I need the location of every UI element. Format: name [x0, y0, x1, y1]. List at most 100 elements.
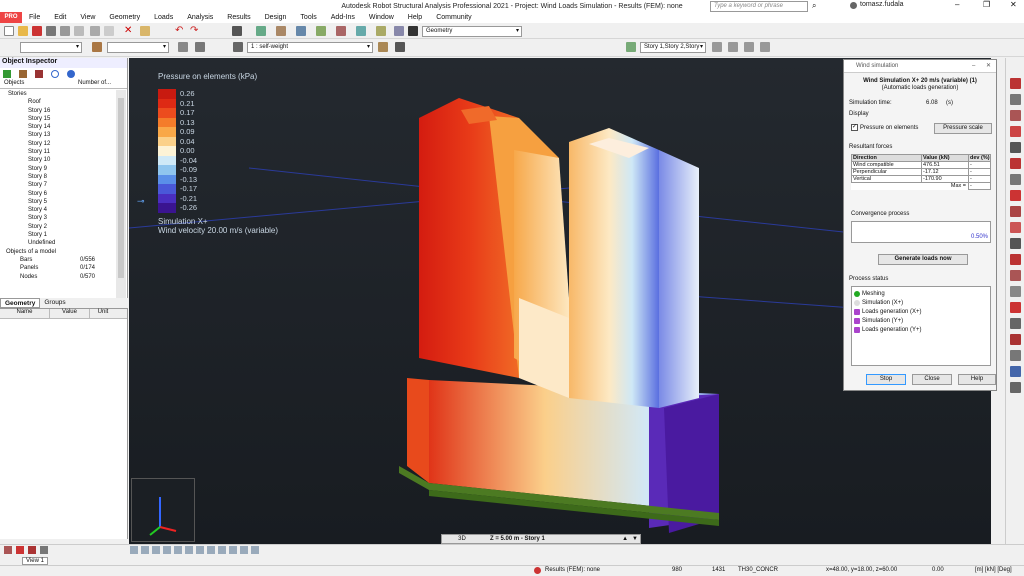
- story-up-icon[interactable]: [712, 42, 722, 52]
- calc-icon[interactable]: [232, 26, 242, 36]
- tool-icon[interactable]: [1010, 94, 1021, 105]
- delete-icon[interactable]: ✕: [124, 26, 134, 36]
- tool-icon[interactable]: [1010, 174, 1021, 185]
- tree-story-item[interactable]: Story 8: [2, 173, 116, 181]
- story-down-icon[interactable]: [728, 42, 738, 52]
- open-icon[interactable]: [18, 26, 28, 36]
- tool-icon[interactable]: [1010, 206, 1021, 217]
- layout-select[interactable]: Geometry ▾: [422, 26, 522, 37]
- nodes-icon[interactable]: [296, 26, 306, 36]
- menu-tools[interactable]: Tools: [293, 14, 323, 21]
- menu-loads[interactable]: Loads: [147, 14, 180, 21]
- pressure-scale-button[interactable]: Pressure scale: [934, 123, 992, 134]
- generate-loads-button[interactable]: Generate loads now: [878, 254, 968, 265]
- print-preview-icon[interactable]: [60, 26, 70, 36]
- tree-story-item[interactable]: Story 10: [2, 156, 116, 164]
- redo-icon[interactable]: ↷: [190, 26, 200, 36]
- layout-icon[interactable]: [408, 26, 418, 36]
- tree-story-item[interactable]: Story 15: [2, 115, 116, 123]
- zoom-icons[interactable]: [130, 546, 260, 554]
- cut-icon[interactable]: [104, 26, 114, 36]
- structure-icon[interactable]: [256, 26, 266, 36]
- load-case-icon[interactable]: [378, 42, 388, 52]
- menu-file[interactable]: File: [22, 14, 47, 21]
- load-case-select[interactable]: 1 : self-weight ▾: [247, 42, 373, 53]
- tool-icon[interactable]: [1010, 270, 1021, 281]
- filter-icon[interactable]: [233, 42, 243, 52]
- properties-icon[interactable]: [90, 26, 100, 36]
- tool-icon[interactable]: [1010, 382, 1021, 393]
- tree-story-item[interactable]: Story 16: [2, 107, 116, 115]
- units[interactable]: [m] [kN] [Deg]: [975, 567, 1012, 573]
- tool-icon[interactable]: [1010, 254, 1021, 265]
- copy-icon[interactable]: [74, 26, 84, 36]
- help-icon[interactable]: [67, 70, 75, 78]
- tree-object-item[interactable]: Bars 0/556: [2, 256, 116, 264]
- tool-icon[interactable]: [1010, 78, 1021, 89]
- tools-icon[interactable]: [394, 26, 404, 36]
- tree-story-item[interactable]: Story 7: [2, 181, 116, 189]
- level-down-icon[interactable]: ▼: [630, 535, 640, 543]
- clear-icon[interactable]: [35, 70, 43, 78]
- tree-story-item[interactable]: Story 6: [2, 190, 116, 198]
- tree-story-item[interactable]: Undefined: [2, 239, 116, 247]
- maximize-icon[interactable]: ❐: [983, 0, 990, 9]
- find-icon[interactable]: [51, 70, 59, 78]
- tree-model-objects[interactable]: Objects of a model: [2, 248, 116, 256]
- save-icon[interactable]: [32, 26, 42, 36]
- tool-icon[interactable]: [1010, 238, 1021, 249]
- pressure-checkbox[interactable]: ✓: [851, 124, 858, 131]
- layer-icon[interactable]: [16, 546, 24, 554]
- tool-icon[interactable]: [1010, 318, 1021, 329]
- tree-scrollbar[interactable]: [116, 90, 126, 298]
- menu-window[interactable]: Window: [362, 14, 401, 21]
- view-settings-icon[interactable]: [4, 546, 12, 554]
- close-icon[interactable]: ✕: [986, 60, 991, 73]
- tab-groups[interactable]: Groups: [40, 298, 69, 308]
- tree-stories[interactable]: Stories: [2, 90, 116, 98]
- material-select[interactable]: ▾: [107, 42, 169, 53]
- menu-view[interactable]: View: [73, 14, 102, 21]
- axis-gizmo[interactable]: [131, 478, 195, 542]
- supports-icon[interactable]: [316, 26, 326, 36]
- section-icon[interactable]: [92, 42, 102, 52]
- user-name[interactable]: tomasz.fudala: [860, 1, 904, 8]
- tool-icon[interactable]: [1010, 286, 1021, 297]
- tree-object-item[interactable]: Panels 0/174: [2, 264, 116, 272]
- view-icon[interactable]: [178, 42, 188, 52]
- view-level[interactable]: Z = 5.00 m - Story 1: [482, 535, 620, 543]
- menu-addins[interactable]: Add-Ins: [324, 14, 362, 21]
- tree-story-item[interactable]: Story 13: [2, 131, 116, 139]
- menu-design[interactable]: Design: [258, 14, 294, 21]
- menu-community[interactable]: Community: [429, 14, 478, 21]
- menu-help[interactable]: Help: [401, 14, 429, 21]
- tool-icon[interactable]: [1010, 110, 1021, 121]
- close-button[interactable]: Close: [912, 374, 952, 385]
- menu-geometry[interactable]: Geometry: [102, 14, 147, 21]
- bars-icon[interactable]: [276, 26, 286, 36]
- filter-icon[interactable]: [3, 70, 11, 78]
- col-objects[interactable]: Objects: [0, 80, 78, 88]
- minimize-icon[interactable]: –: [955, 0, 959, 9]
- print-icon[interactable]: [46, 26, 56, 36]
- loads-icon[interactable]: [336, 26, 346, 36]
- design-icon[interactable]: [376, 26, 386, 36]
- story-all-icon[interactable]: [744, 42, 754, 52]
- level-up-icon[interactable]: ▲: [620, 535, 630, 543]
- story-icon[interactable]: [626, 42, 636, 52]
- tree-icon[interactable]: [19, 70, 27, 78]
- meshing-icon[interactable]: [356, 26, 366, 36]
- undo-icon[interactable]: ↶: [175, 26, 185, 36]
- tree-story-item[interactable]: Story 3: [2, 214, 116, 222]
- search-input[interactable]: Type a keyword or phrase: [710, 1, 808, 12]
- display-icon[interactable]: [28, 546, 36, 554]
- load-table-icon[interactable]: [395, 42, 405, 52]
- section-select[interactable]: ▾: [20, 42, 82, 53]
- minimize-icon[interactable]: –: [972, 60, 975, 73]
- tab-geometry[interactable]: Geometry: [0, 298, 41, 308]
- tool-icon[interactable]: [1010, 142, 1021, 153]
- tree-story-item[interactable]: Story 2: [2, 223, 116, 231]
- story-next-icon[interactable]: [760, 42, 770, 52]
- tree-story-item[interactable]: Story 5: [2, 198, 116, 206]
- tool-icon[interactable]: [1010, 190, 1021, 201]
